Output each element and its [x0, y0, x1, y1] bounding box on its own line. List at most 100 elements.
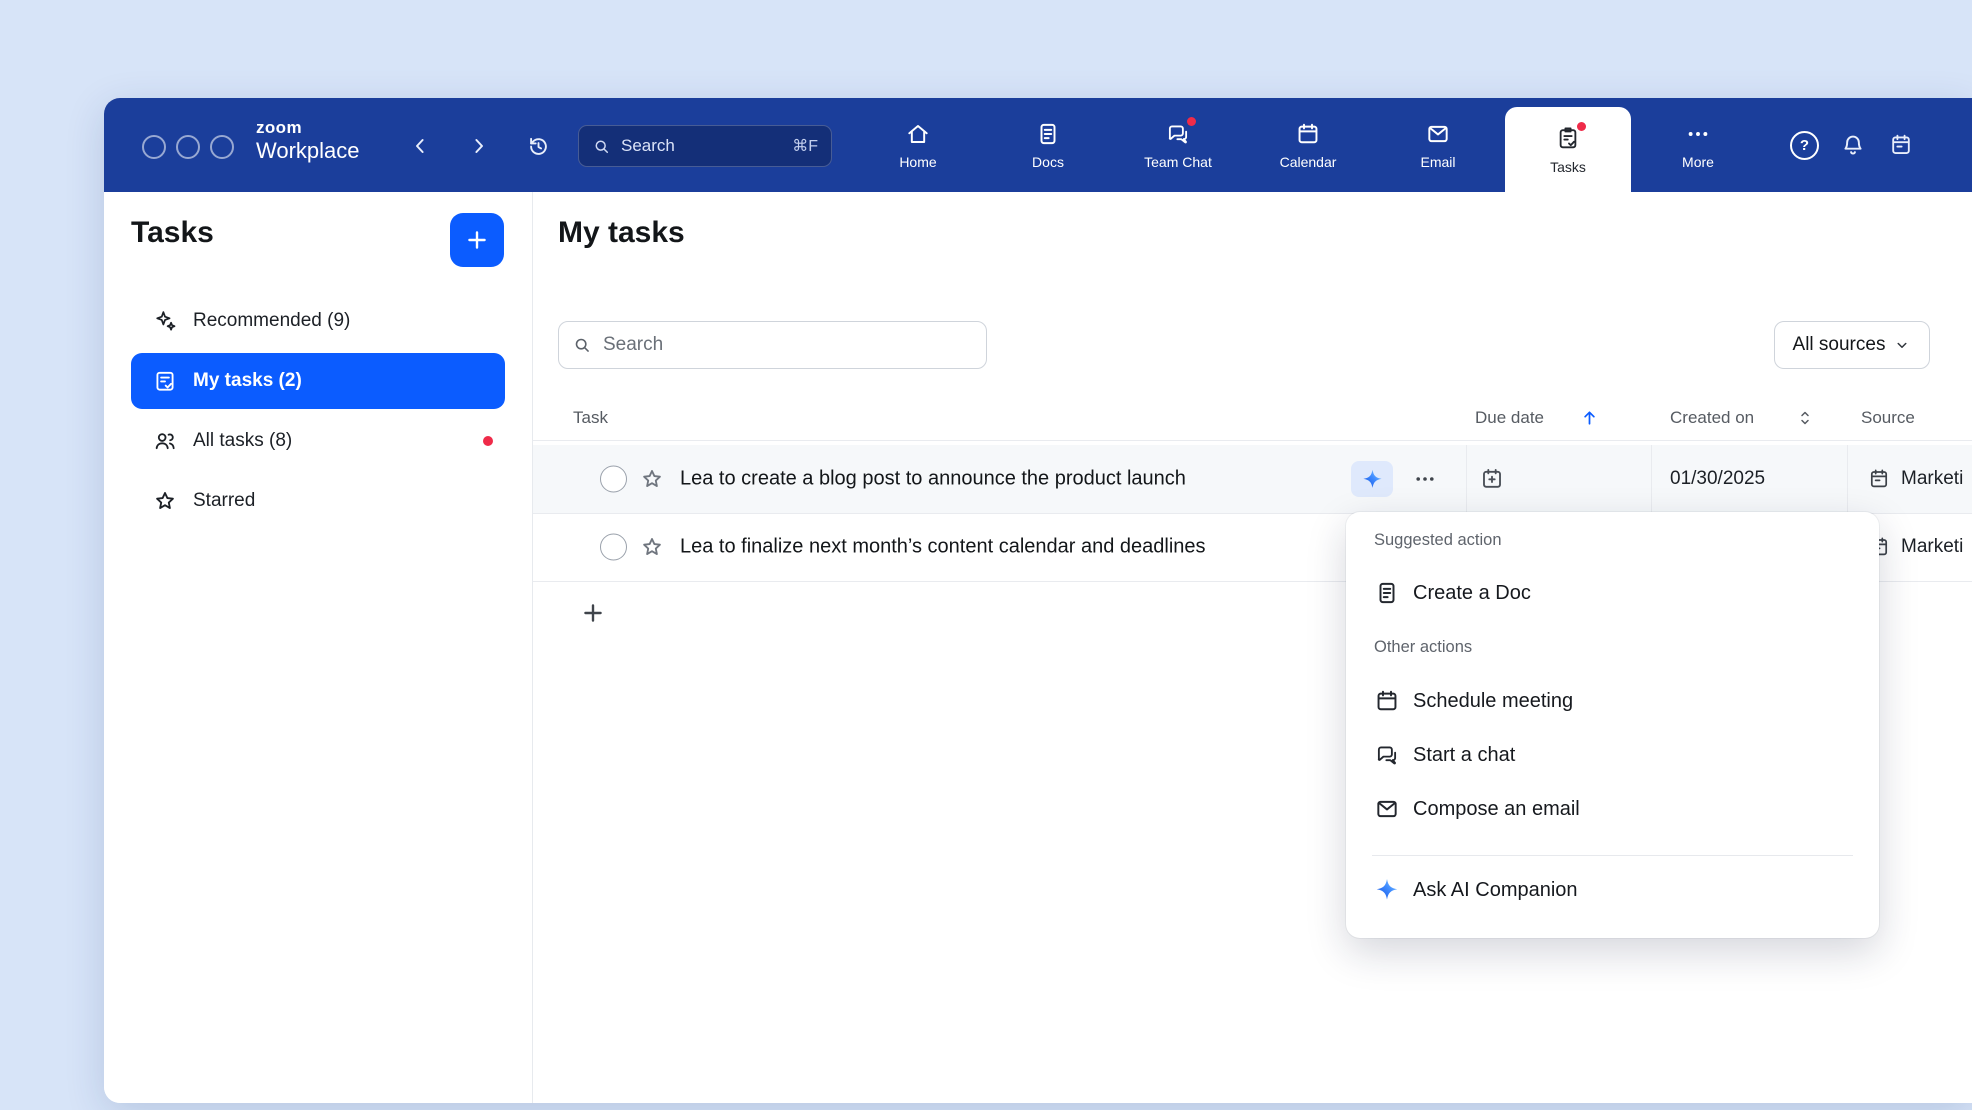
column-divider	[1466, 445, 1467, 513]
task-complete-radio[interactable]	[600, 466, 627, 493]
task-search	[558, 321, 987, 369]
history-icon	[526, 134, 551, 159]
page-title: My tasks	[558, 216, 685, 250]
task-title[interactable]: Lea to finalize next month’s content cal…	[680, 536, 1206, 559]
add-due-date-icon[interactable]	[1479, 466, 1505, 492]
created-on-value: 01/30/2025	[1670, 468, 1765, 490]
row-more-actions-button[interactable]	[1407, 461, 1443, 497]
global-search[interactable]: Search ⌘F	[578, 125, 832, 167]
add-task-row-button[interactable]	[577, 597, 609, 629]
more-icon	[1685, 121, 1711, 147]
search-icon	[592, 137, 611, 156]
add-task-button[interactable]	[450, 213, 504, 267]
sidebar-list: Recommended (9) My tasks (2) All tasks (…	[131, 293, 505, 529]
calendar-icon	[1295, 121, 1321, 147]
calendar-icon	[1374, 688, 1400, 714]
star-icon[interactable]	[639, 466, 665, 492]
nav-more-label: More	[1682, 154, 1714, 170]
sidebar-item-all-tasks[interactable]: All tasks (8)	[131, 413, 505, 469]
column-created-on[interactable]: Created on	[1670, 408, 1754, 428]
top-bar: zoom Workplace Search ⌘F Home Docs Team …	[104, 98, 1972, 192]
nav-home-label: Home	[899, 154, 936, 170]
task-row[interactable]: Lea to create a blog post to announce th…	[533, 445, 1972, 514]
star-icon[interactable]	[639, 534, 665, 560]
help-icon: ?	[1800, 137, 1809, 154]
source-value[interactable]: Marketi	[1901, 468, 1963, 490]
menu-item-ask-ai-companion[interactable]: Ask AI Companion	[1346, 864, 1879, 916]
column-due-date[interactable]: Due date	[1475, 408, 1544, 428]
all-tasks-badge	[483, 436, 493, 446]
column-task: Task	[573, 408, 608, 428]
menu-item-label: Create a Doc	[1413, 582, 1531, 605]
ai-companion-icon	[1361, 468, 1384, 491]
nav-docs[interactable]: Docs	[983, 98, 1113, 192]
chat-bubble-icon	[1374, 742, 1400, 768]
column-divider	[1651, 445, 1652, 513]
plus-icon	[580, 600, 606, 626]
menu-item-schedule-meeting[interactable]: Schedule meeting	[1346, 674, 1879, 728]
menu-item-start-chat[interactable]: Start a chat	[1346, 728, 1879, 782]
docs-icon	[1035, 121, 1061, 147]
nav-email[interactable]: Email	[1373, 98, 1503, 192]
nav-forward-button[interactable]	[465, 132, 493, 160]
sidebar-item-recommended[interactable]: Recommended (9)	[131, 293, 505, 349]
sidebar-title: Tasks	[131, 216, 214, 250]
task-table-header: Task Due date Created on Source	[533, 396, 1972, 441]
my-tasks-icon	[152, 368, 178, 394]
team-chat-unread-badge	[1187, 117, 1196, 126]
menu-divider	[1372, 855, 1853, 856]
task-search-input[interactable]	[601, 333, 973, 357]
task-actions-menu: Suggested action Create a Doc Other acti…	[1346, 512, 1879, 938]
people-icon	[152, 428, 178, 454]
suggested-action-label: Suggested action	[1374, 526, 1879, 554]
menu-item-label: Start a chat	[1413, 744, 1515, 767]
primary-nav: Home Docs Team Chat Calendar Email Tasks	[853, 98, 1763, 192]
nav-tasks[interactable]: Tasks	[1505, 107, 1631, 192]
menu-item-compose-email[interactable]: Compose an email	[1346, 782, 1879, 836]
nav-calendar[interactable]: Calendar	[1243, 98, 1373, 192]
menu-item-create-doc[interactable]: Create a Doc	[1346, 566, 1879, 620]
window-control-minimize-icon[interactable]	[176, 135, 200, 159]
notifications-button[interactable]	[1839, 131, 1867, 159]
calendar-date-button[interactable]	[1887, 131, 1915, 159]
menu-item-label: Compose an email	[1413, 798, 1580, 821]
sidebar-item-starred[interactable]: Starred	[131, 473, 505, 529]
sidebar-item-label: Starred	[193, 490, 255, 512]
help-button[interactable]: ?	[1790, 131, 1819, 160]
history-button[interactable]	[524, 132, 552, 160]
nav-tasks-label: Tasks	[1550, 159, 1586, 175]
sources-filter-dropdown[interactable]: All sources	[1774, 321, 1930, 369]
nav-team-chat[interactable]: Team Chat	[1113, 98, 1243, 192]
window-control-close-icon[interactable]	[142, 135, 166, 159]
calendar-date-icon	[1888, 132, 1914, 158]
nav-more[interactable]: More	[1633, 98, 1763, 192]
global-search-placeholder: Search	[621, 136, 782, 156]
source-value[interactable]: Marketi	[1901, 536, 1963, 558]
sparkles-icon	[152, 308, 178, 334]
source-icon	[1867, 467, 1891, 491]
email-icon	[1425, 121, 1451, 147]
nav-email-label: Email	[1420, 154, 1455, 170]
logo-zoom-text: zoom	[256, 118, 360, 138]
sidebar-item-my-tasks[interactable]: My tasks (2)	[131, 353, 505, 409]
window-control-zoom-icon[interactable]	[210, 135, 234, 159]
other-actions-label: Other actions	[1374, 634, 1879, 660]
nav-back-button[interactable]	[406, 132, 434, 160]
nav-calendar-label: Calendar	[1280, 154, 1337, 170]
nav-team-chat-label: Team Chat	[1144, 154, 1212, 170]
sidebar-item-label: Recommended (9)	[193, 310, 350, 332]
ai-companion-button[interactable]	[1351, 461, 1393, 497]
column-divider	[1847, 445, 1848, 513]
sort-toggle-icon[interactable]	[1795, 408, 1815, 428]
logo-workplace-text: Workplace	[256, 138, 360, 163]
topbar-right-icons: ?	[1790, 98, 1915, 192]
sort-ascending-icon[interactable]	[1579, 408, 1600, 429]
task-complete-radio[interactable]	[600, 534, 627, 561]
column-source: Source	[1861, 408, 1915, 428]
tasks-sidebar: Tasks Recommended (9) My tasks (2) All t…	[104, 192, 533, 1103]
nav-home[interactable]: Home	[853, 98, 983, 192]
task-title[interactable]: Lea to create a blog post to announce th…	[680, 468, 1186, 491]
plus-icon	[464, 227, 490, 253]
search-shortcut: ⌘F	[792, 136, 818, 156]
more-horizontal-icon	[1413, 467, 1437, 491]
